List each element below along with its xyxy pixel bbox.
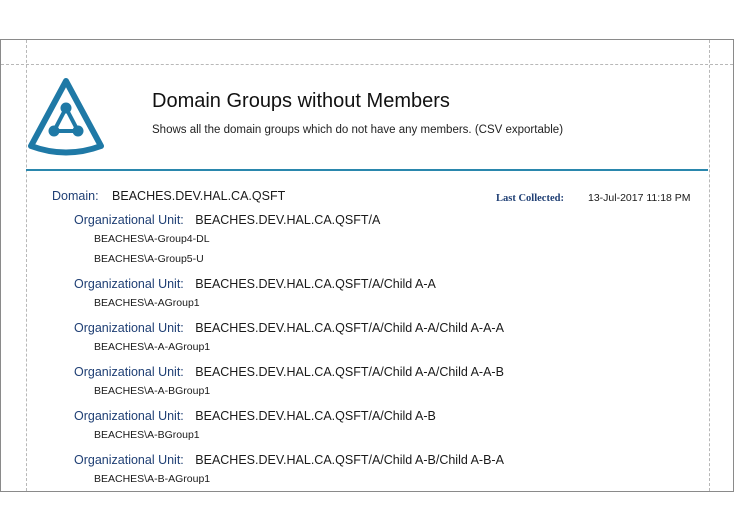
ou-header: Organizational Unit: BEACHES.DEV.HAL.CA.… (74, 452, 694, 469)
ou-label: Organizational Unit: (74, 321, 184, 335)
report-page: Domain Groups without Members Shows all … (0, 39, 734, 492)
ou-label: Organizational Unit: (74, 409, 184, 423)
ou-header: Organizational Unit: BEACHES.DEV.HAL.CA.… (74, 276, 694, 293)
group-item: BEACHES\A-AGroup1 (94, 297, 200, 309)
group-item: BEACHES\A-Group4-DL (94, 233, 210, 245)
ou-path: BEACHES.DEV.HAL.CA.QSFT/A/Child A-A (195, 277, 436, 291)
group-item: BEACHES\A-A-AGroup1 (94, 341, 211, 353)
ou-section: Organizational Unit: BEACHES.DEV.HAL.CA.… (74, 276, 694, 313)
ou-path: BEACHES.DEV.HAL.CA.QSFT/A/Child A-B/Chil… (195, 453, 504, 467)
ou-path: BEACHES.DEV.HAL.CA.QSFT/A/Child A-B (195, 409, 436, 423)
ou-section: Organizational Unit: BEACHES.DEV.HAL.CA.… (74, 320, 694, 357)
ou-header: Organizational Unit: BEACHES.DEV.HAL.CA.… (74, 408, 694, 425)
page-margin-guide-top (1, 64, 733, 65)
ou-section: Organizational Unit: BEACHES.DEV.HAL.CA.… (74, 452, 694, 489)
page-margin-guide-right (709, 40, 710, 491)
group-item: BEACHES\A-Group5-U (94, 253, 204, 265)
group-item: BEACHES\A-B-AGroup1 (94, 473, 211, 485)
ou-label: Organizational Unit: (74, 277, 184, 291)
ou-label: Organizational Unit: (74, 453, 184, 467)
domain-row: Domain: BEACHES.DEV.HAL.CA.QSFT (52, 189, 285, 203)
ou-header: Organizational Unit: BEACHES.DEV.HAL.CA.… (74, 364, 694, 381)
header-divider (26, 169, 708, 171)
report-subtitle: Shows all the domain groups which do not… (152, 124, 564, 136)
ou-label: Organizational Unit: (74, 365, 184, 379)
group-item: BEACHES\A-BGroup1 (94, 429, 200, 441)
domain-label: Domain: (52, 189, 99, 203)
domain-value: BEACHES.DEV.HAL.CA.QSFT (112, 189, 286, 203)
ou-list: Organizational Unit: BEACHES.DEV.HAL.CA.… (74, 212, 694, 489)
ou-label: Organizational Unit: (74, 213, 184, 227)
ou-section: Organizational Unit: BEACHES.DEV.HAL.CA.… (74, 364, 694, 401)
ou-section: Organizational Unit: BEACHES.DEV.HAL.CA.… (74, 408, 694, 445)
last-collected-value: 13-Jul-2017 11:18 PM (588, 192, 691, 204)
ou-header: Organizational Unit: BEACHES.DEV.HAL.CA.… (74, 212, 694, 229)
last-collected-label: Last Collected: (496, 193, 564, 204)
ou-path: BEACHES.DEV.HAL.CA.QSFT/A/Child A-A/Chil… (195, 365, 504, 379)
ou-header: Organizational Unit: BEACHES.DEV.HAL.CA.… (74, 320, 694, 337)
group-item: BEACHES\A-A-BGroup1 (94, 385, 211, 397)
ou-path: BEACHES.DEV.HAL.CA.QSFT/A/Child A-A/Chil… (195, 321, 504, 335)
ou-section: Organizational Unit: BEACHES.DEV.HAL.CA.… (74, 212, 694, 269)
ou-path: BEACHES.DEV.HAL.CA.QSFT/A (195, 213, 381, 227)
last-collected: Last Collected: 13-Jul-2017 11:18 PM (496, 192, 691, 204)
triangle-logo-icon (28, 78, 104, 156)
report-title: Domain Groups without Members (152, 90, 450, 112)
